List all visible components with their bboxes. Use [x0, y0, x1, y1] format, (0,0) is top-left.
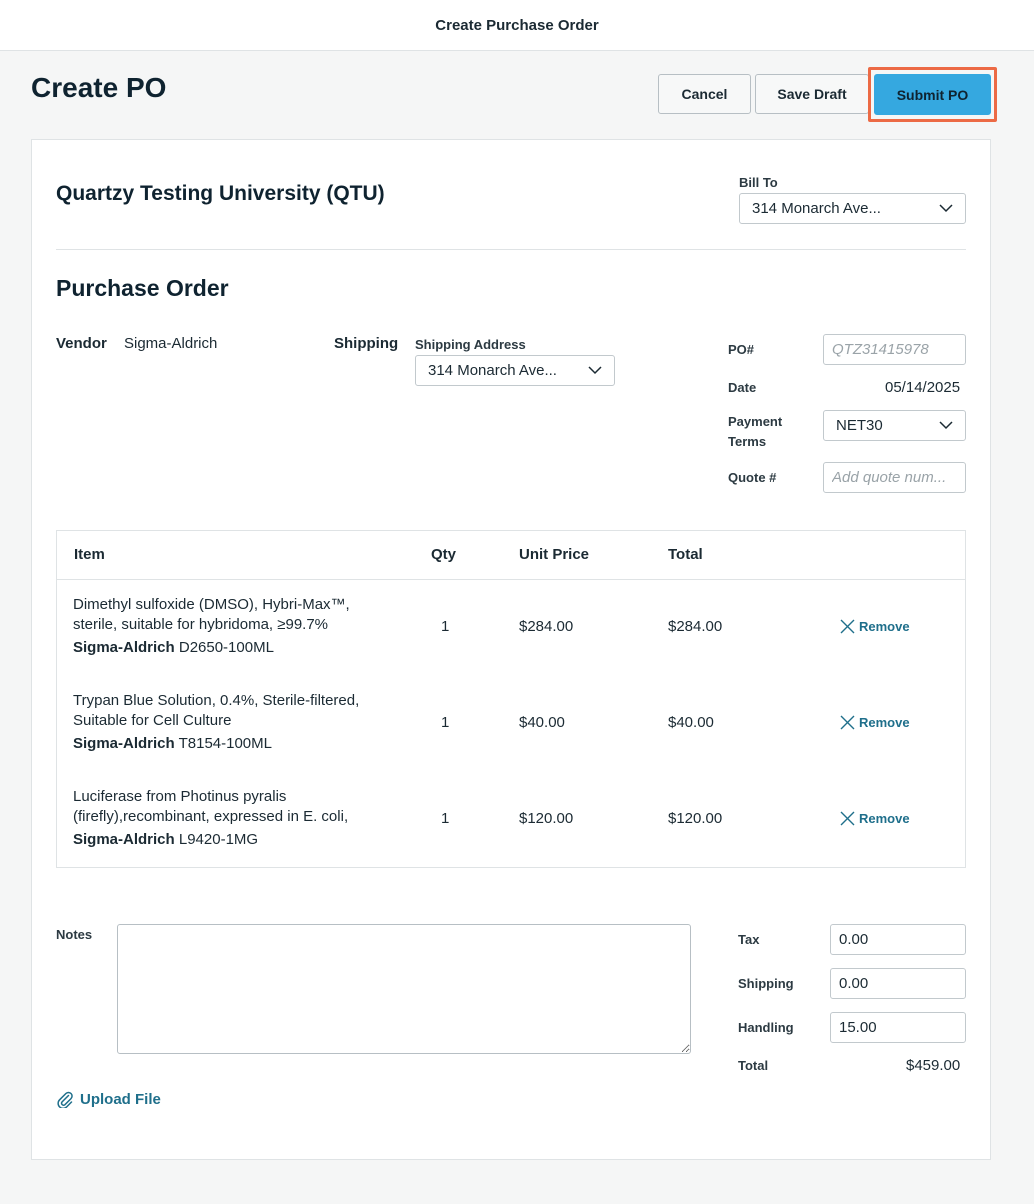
close-icon	[840, 715, 855, 730]
table-row: Luciferase from Photinus pyralis (firefl…	[57, 771, 965, 867]
date-value: 05/14/2025	[885, 379, 961, 396]
item-unit-price: $40.00	[519, 714, 565, 731]
upload-file-label: Upload File	[80, 1090, 161, 1108]
bill-to-select[interactable]: 314 Monarch Ave...	[739, 193, 966, 224]
po-number-label: PO#	[728, 342, 755, 357]
payment-terms-label-line1: Payment	[728, 414, 783, 429]
item-total: $120.00	[668, 810, 723, 827]
item-sku: L9420-1MG	[178, 831, 259, 848]
payment-terms-value: NET30	[836, 417, 883, 434]
handling-input[interactable]	[830, 1012, 966, 1043]
bill-to-value: 314 Monarch Ave...	[752, 200, 881, 217]
table-row: Trypan Blue Solution, 0.4%, Sterile-filt…	[57, 675, 965, 771]
table-row: Dimethyl sulfoxide (DMSO), Hybri-Max™, s…	[57, 579, 965, 675]
item-description-line1: Dimethyl sulfoxide (DMSO), Hybri-Max™,	[73, 596, 350, 613]
header-total: Total	[668, 546, 703, 563]
item-sku: T8154-100ML	[178, 735, 272, 752]
window-title-bar: Create Purchase Order	[0, 0, 1034, 51]
header-item: Item	[74, 546, 105, 563]
shipping-address-label: Shipping Address	[415, 337, 526, 352]
remove-label: Remove	[859, 715, 910, 730]
remove-item-button[interactable]: Remove	[840, 811, 910, 826]
vendor-label: Vendor	[56, 335, 107, 352]
notes-label: Notes	[56, 927, 93, 942]
item-total: $40.00	[668, 714, 714, 731]
item-description-line2: Suitable for Cell Culture	[73, 712, 232, 729]
quote-input[interactable]	[823, 462, 966, 493]
payment-terms-label: Payment Terms	[728, 412, 782, 452]
shipping-cost-label: Shipping	[738, 976, 794, 991]
item-unit-price: $284.00	[519, 618, 574, 635]
tax-input[interactable]	[830, 924, 966, 955]
total-value: $459.00	[906, 1057, 961, 1074]
item-description-line1: Luciferase from Photinus pyralis	[73, 788, 287, 805]
item-vendor-sku: Sigma-Aldrich D2650-100ML	[73, 639, 274, 656]
item-vendor: Sigma-Aldrich	[73, 735, 175, 752]
payment-terms-select[interactable]: NET30	[823, 410, 966, 441]
remove-item-button[interactable]: Remove	[840, 619, 910, 634]
save-draft-button[interactable]: Save Draft	[755, 74, 869, 114]
item-description: Dimethyl sulfoxide (DMSO), Hybri-Max™, s…	[73, 595, 393, 635]
page-title: Create PO	[31, 72, 167, 103]
item-sku: D2650-100ML	[178, 639, 274, 656]
quote-label: Quote #	[728, 470, 777, 485]
remove-label: Remove	[859, 619, 910, 634]
item-qty: 1	[441, 714, 450, 731]
item-description-line1: Trypan Blue Solution, 0.4%, Sterile-filt…	[73, 692, 360, 709]
header-unit-price: Unit Price	[519, 546, 590, 563]
remove-label: Remove	[859, 811, 910, 826]
paperclip-icon	[57, 1091, 73, 1108]
item-vendor-sku: Sigma-Aldrich L9420-1MG	[73, 831, 258, 848]
item-description: Luciferase from Photinus pyralis (firefl…	[73, 787, 393, 827]
item-description-line2: sterile, suitable for hybridoma, ≥99.7%	[73, 616, 329, 633]
po-form-card: Quartzy Testing University (QTU) Bill To…	[31, 139, 991, 1160]
header-qty: Qty	[431, 546, 457, 563]
purchase-order-title: Purchase Order	[56, 275, 229, 301]
item-vendor: Sigma-Aldrich	[73, 639, 175, 656]
item-vendor-sku: Sigma-Aldrich T8154-100ML	[73, 735, 272, 752]
divider	[56, 249, 966, 250]
item-description-line2: (firefly),recombinant, expressed in E. c…	[73, 808, 349, 825]
tax-label: Tax	[738, 932, 760, 947]
bill-to-label: Bill To	[739, 175, 778, 190]
shipping-label: Shipping	[334, 335, 399, 352]
chevron-down-icon	[588, 366, 602, 375]
window-title: Create Purchase Order	[435, 16, 599, 34]
handling-label: Handling	[738, 1020, 794, 1035]
item-description: Trypan Blue Solution, 0.4%, Sterile-filt…	[73, 691, 393, 731]
payment-terms-label-line2: Terms	[728, 434, 767, 449]
shipping-cost-input[interactable]	[830, 968, 966, 999]
line-items-table: Item Qty Unit Price Total Dimethyl sulfo…	[56, 530, 966, 868]
item-unit-price: $120.00	[519, 810, 574, 827]
item-vendor: Sigma-Aldrich	[73, 831, 175, 848]
remove-item-button[interactable]: Remove	[840, 715, 910, 730]
cancel-button[interactable]: Cancel	[658, 74, 751, 114]
shipping-address-select[interactable]: 314 Monarch Ave...	[415, 355, 615, 386]
close-icon	[840, 811, 855, 826]
item-qty: 1	[441, 618, 450, 635]
vendor-value: Sigma-Aldrich	[124, 335, 218, 352]
organization-name: Quartzy Testing University (QTU)	[56, 182, 385, 205]
table-header: Item Qty Unit Price Total	[57, 531, 965, 580]
close-icon	[840, 619, 855, 634]
date-label: Date	[728, 380, 757, 395]
upload-file-link[interactable]: Upload File	[56, 1090, 161, 1108]
total-label: Total	[738, 1058, 769, 1073]
notes-textarea[interactable]	[117, 924, 691, 1054]
submit-po-button[interactable]: Submit PO	[874, 74, 991, 115]
po-number-input[interactable]	[823, 334, 966, 365]
shipping-address-value: 314 Monarch Ave...	[428, 362, 557, 379]
chevron-down-icon	[939, 421, 953, 430]
item-total: $284.00	[668, 618, 723, 635]
item-qty: 1	[441, 810, 450, 827]
chevron-down-icon	[939, 204, 953, 213]
